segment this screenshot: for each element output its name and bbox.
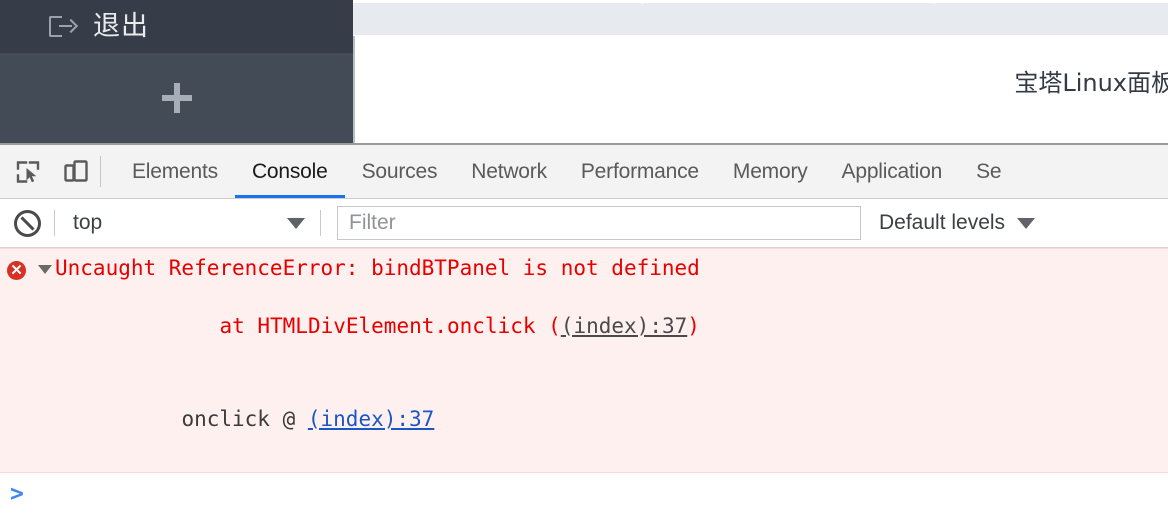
error-stack-suffix: )	[687, 314, 700, 338]
table-header-strip	[353, 0, 1168, 36]
sidebar-item-logout[interactable]: 退出	[0, 0, 353, 53]
devtools-tabbar: Elements Console Sources Network Perform…	[0, 145, 1168, 199]
filterbar-divider	[320, 210, 321, 236]
toolbar-divider	[100, 156, 101, 187]
page-sidebar: 退出	[0, 0, 353, 143]
error-source-link[interactable]: (index):37	[308, 407, 434, 431]
chevron-down-icon	[287, 217, 305, 229]
cell-divider	[934, 0, 935, 4]
error-source-prefix: onclick @	[181, 407, 308, 431]
inspect-element-button[interactable]	[4, 145, 52, 198]
prompt-chevron-icon: >	[10, 480, 24, 507]
device-toolbar-icon	[63, 159, 89, 185]
error-stack-line: at HTMLDivElement.onclick ((index):37)	[93, 283, 1168, 370]
tab-console[interactable]: Console	[234, 145, 345, 198]
clear-console-icon	[13, 209, 41, 237]
tab-elements[interactable]: Elements	[115, 145, 235, 198]
plus-icon	[161, 83, 192, 113]
page-content-area: 宝塔Linux面板	[353, 0, 1168, 143]
tab-network[interactable]: Network	[454, 145, 564, 198]
console-message-list: ✕ Uncaught ReferenceError: bindBTPanel i…	[0, 248, 1168, 514]
execution-context-selector[interactable]: top	[55, 199, 320, 247]
log-levels-label: Default levels	[879, 211, 1006, 234]
page-title-text: 宝塔Linux面板	[1014, 68, 1168, 97]
sidebar-add-button[interactable]	[0, 53, 353, 143]
console-filter-bar: top Filter Default levels	[0, 199, 1168, 248]
execution-context-label: top	[73, 211, 103, 234]
tab-elements-label: Elements	[132, 159, 218, 183]
tab-memory-label: Memory	[732, 159, 808, 183]
tab-network-label: Network	[471, 159, 547, 183]
cell-divider	[642, 0, 643, 4]
error-stack-link[interactable]: (index):37	[561, 314, 687, 338]
error-source-line: onclick @ (index):37	[55, 376, 1168, 463]
strip-top-line	[353, 0, 1168, 3]
error-stack-prefix: at HTMLDivElement.onclick (	[219, 314, 561, 338]
clear-console-button[interactable]	[0, 209, 54, 237]
error-first-row: ✕ Uncaught ReferenceError: bindBTPanel i…	[0, 254, 1168, 283]
tab-security-label: Se	[976, 159, 1002, 183]
devtools-tab-list: Elements Console Sources Network Perform…	[115, 145, 1018, 198]
host-page-region: 退出 宝塔Linux面板	[0, 0, 1168, 143]
page-title: 宝塔Linux面板	[1014, 62, 1168, 98]
tab-memory[interactable]: Memory	[716, 145, 825, 198]
logout-icon	[48, 14, 79, 40]
sidebar-item-logout-label: 退出	[93, 11, 149, 42]
screenshot-root: 退出 宝塔Linux面板 Elements Console Sources Ne…	[0, 0, 1168, 514]
devtools-panel: Elements Console Sources Network Perform…	[0, 143, 1168, 514]
log-levels-selector[interactable]: Default levels	[879, 199, 1043, 247]
tab-security[interactable]: Se	[959, 145, 1018, 198]
tab-sources[interactable]: Sources	[345, 145, 455, 198]
filter-input[interactable]: Filter	[337, 206, 861, 240]
tab-performance[interactable]: Performance	[564, 145, 716, 198]
tab-application[interactable]: Application	[825, 145, 960, 198]
device-toolbar-button[interactable]	[52, 145, 100, 198]
filter-placeholder-text: Filter	[349, 211, 396, 234]
error-circle-icon: ✕	[7, 261, 26, 280]
inspect-element-icon	[15, 159, 41, 185]
console-error-message[interactable]: ✕ Uncaught ReferenceError: bindBTPanel i…	[0, 248, 1168, 473]
tab-application-label: Application	[841, 159, 943, 183]
chevron-down-icon	[1017, 217, 1036, 229]
console-prompt[interactable]: >	[0, 476, 1168, 512]
tab-console-label: Console	[251, 159, 328, 183]
tab-performance-label: Performance	[580, 159, 699, 183]
error-message-text: Uncaught ReferenceError: bindBTPanel is …	[55, 256, 700, 280]
tab-sources-label: Sources	[361, 159, 438, 183]
expand-toggle-icon[interactable]	[38, 265, 52, 274]
